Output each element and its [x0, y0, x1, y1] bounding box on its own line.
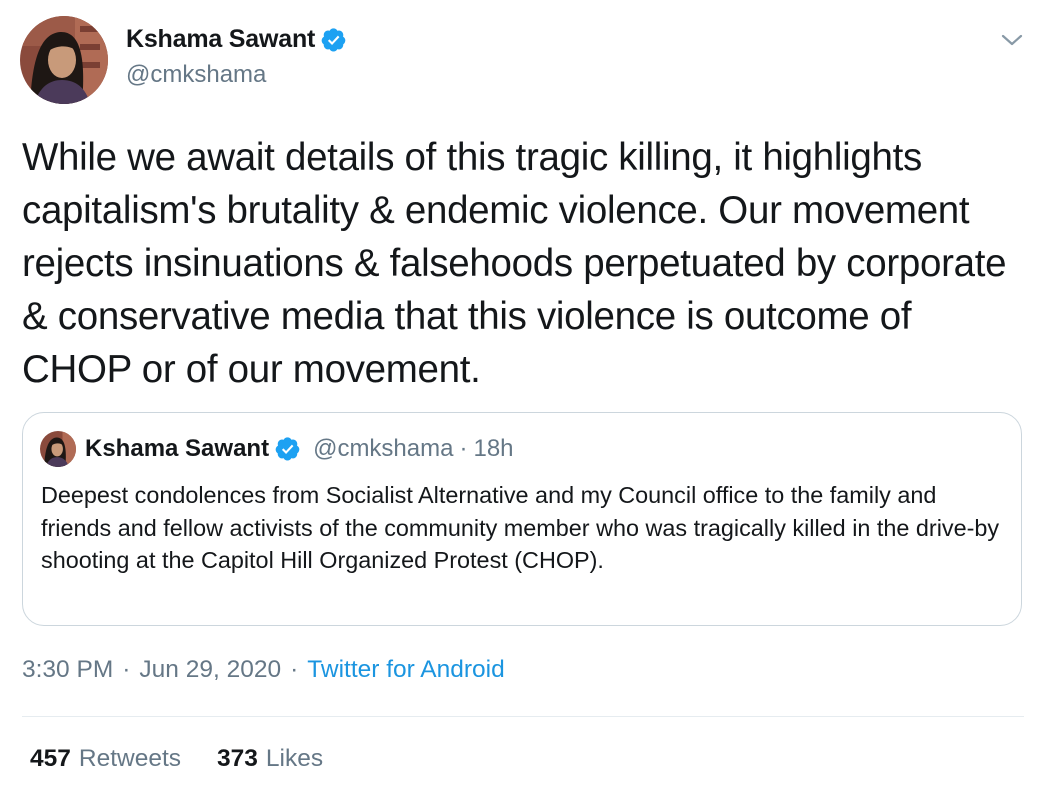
tweet-source-link[interactable]: Twitter for Android — [307, 656, 504, 684]
tweet-stats: 457 Retweets 373 Likes — [30, 745, 323, 773]
tweet-date[interactable]: Jun 29, 2020 — [139, 656, 281, 684]
author-display-name: Kshama Sawant — [126, 25, 316, 53]
author-handle[interactable]: @cmkshama — [126, 61, 266, 89]
quoted-timestamp: 18h — [473, 435, 514, 462]
retweets-stat[interactable]: 457 Retweets — [30, 745, 181, 773]
retweets-count: 457 — [30, 745, 71, 772]
meta-separator: · — [290, 656, 299, 683]
quoted-author-handle: @cmkshama — [313, 435, 454, 462]
avatar[interactable] — [20, 16, 108, 104]
meta-separator: · — [122, 656, 131, 683]
tweet-time[interactable]: 3:30 PM — [22, 656, 113, 684]
likes-stat[interactable]: 373 Likes — [217, 745, 323, 773]
retweets-label: Retweets — [78, 745, 182, 772]
author-name[interactable]: Kshama Sawant — [126, 25, 347, 54]
divider — [22, 716, 1024, 717]
tweet-card: Kshama Sawant @cmkshama While we await d… — [0, 0, 1049, 800]
quoted-text: Deepest condolences from Socialist Alter… — [41, 482, 1000, 573]
tweet-meta: 3:30 PM · Jun 29, 2020 · Twitter for And… — [22, 656, 505, 684]
chevron-down-icon[interactable] — [998, 28, 1026, 52]
quoted-separator: · — [459, 435, 468, 462]
likes-count: 373 — [217, 745, 258, 772]
quoted-avatar — [40, 431, 76, 467]
verified-badge-icon — [321, 27, 347, 53]
quoted-tweet[interactable]: Kshama Sawant @cmkshama · 18h Deepest co… — [22, 412, 1022, 626]
likes-label: Likes — [265, 745, 324, 772]
tweet-text: While we await details of this tragic ki… — [22, 136, 1007, 391]
quoted-author-name: Kshama Sawant — [85, 435, 270, 462]
quoted-header: Kshama Sawant @cmkshama · 18h — [85, 435, 514, 463]
verified-badge-icon — [275, 436, 301, 462]
